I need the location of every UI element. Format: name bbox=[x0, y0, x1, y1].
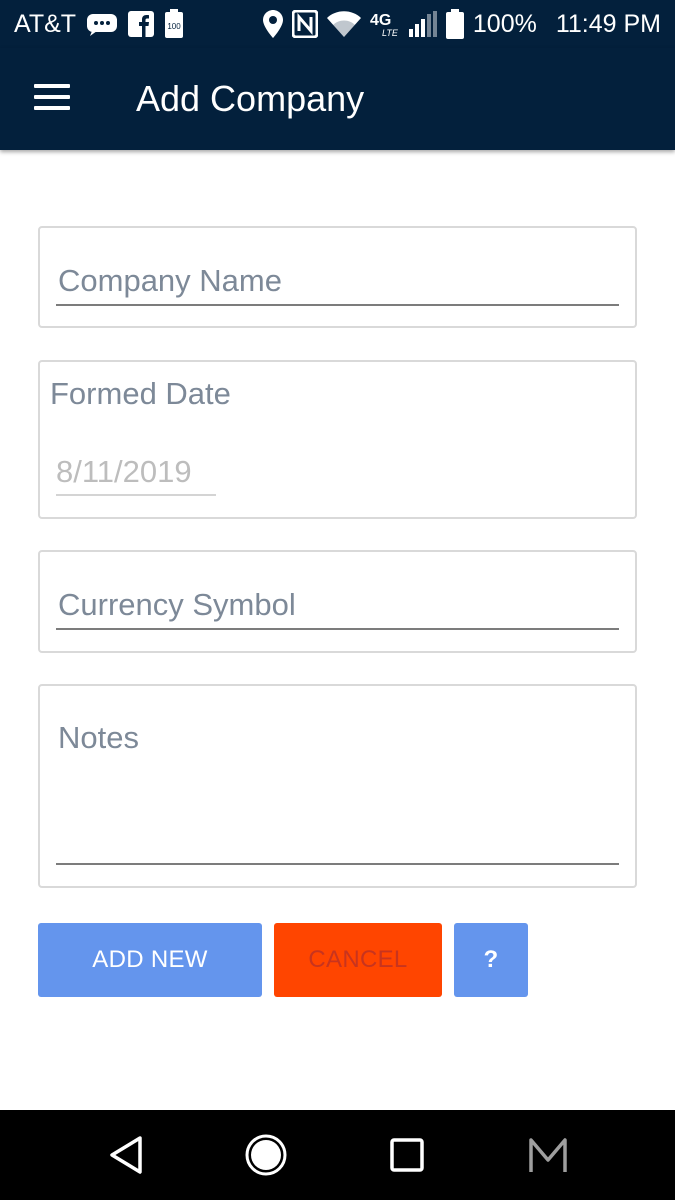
notes-underline bbox=[56, 863, 619, 865]
home-icon[interactable] bbox=[243, 1132, 289, 1178]
notes-card bbox=[38, 684, 637, 888]
currency-symbol-card bbox=[38, 550, 637, 653]
m-app-icon[interactable] bbox=[525, 1132, 571, 1178]
currency-symbol-input[interactable] bbox=[56, 584, 619, 626]
hamburger-menu-icon[interactable] bbox=[34, 84, 70, 112]
network-sub-label: LTE bbox=[382, 28, 399, 38]
nfc-icon bbox=[291, 10, 318, 38]
status-bar-left: AT&T 100 bbox=[14, 9, 184, 39]
messages-icon bbox=[86, 12, 118, 36]
navigation-bar bbox=[0, 1110, 675, 1200]
location-icon bbox=[262, 10, 283, 38]
facebook-icon bbox=[128, 11, 155, 37]
app-bar: Add Company bbox=[0, 48, 675, 150]
company-name-underline bbox=[56, 304, 619, 306]
company-name-card bbox=[38, 226, 637, 328]
company-name-input[interactable] bbox=[56, 260, 619, 302]
wifi-icon bbox=[326, 11, 361, 37]
formed-date-underline bbox=[56, 494, 216, 496]
battery-small-label: 100 bbox=[167, 22, 181, 31]
currency-symbol-underline bbox=[56, 628, 619, 630]
battery-percent: 100% bbox=[472, 9, 537, 38]
battery-icon bbox=[445, 9, 464, 39]
lte-icon: 4G LTE bbox=[370, 9, 400, 39]
formed-date-label: Formed Date bbox=[50, 376, 231, 411]
add-new-button[interactable]: ADD NEW bbox=[38, 923, 262, 997]
status-bar-right: 4G LTE 100% 11:49 PM bbox=[262, 9, 661, 39]
status-bar: AT&T 100 4G LTE 100% 11:49 PM bbox=[0, 0, 675, 48]
notes-textarea[interactable] bbox=[56, 716, 619, 860]
formed-date-card: Formed Date 8/11/2019 bbox=[38, 360, 637, 519]
carrier-label: AT&T bbox=[14, 9, 77, 38]
formed-date-input[interactable]: 8/11/2019 bbox=[56, 454, 192, 490]
cancel-button[interactable]: CANCEL bbox=[274, 923, 442, 997]
network-label: 4G bbox=[370, 12, 391, 29]
recents-icon[interactable] bbox=[384, 1132, 430, 1178]
clock: 11:49 PM bbox=[555, 9, 661, 38]
back-icon[interactable] bbox=[102, 1132, 148, 1178]
help-button[interactable]: ? bbox=[454, 923, 528, 997]
signal-icon bbox=[408, 11, 437, 37]
page-title: Add Company bbox=[136, 78, 365, 119]
battery-saver-icon: 100 bbox=[164, 9, 184, 39]
